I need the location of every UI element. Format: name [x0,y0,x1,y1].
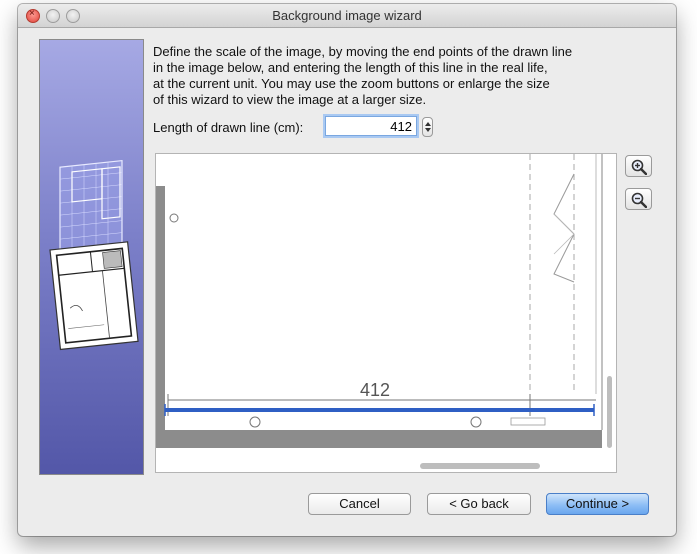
window-title: Background image wizard [272,8,422,23]
instruction-line: at the current unit. You may use the zoo… [153,76,550,91]
stepper-up-icon[interactable] [425,122,431,126]
zoom-in-icon [631,159,647,175]
wizard-window: × Background image wizard Define the sca… [18,4,676,536]
horizontal-scrollbar[interactable] [420,463,540,469]
title-bar: × Background image wizard [18,4,676,28]
zoom-in-button[interactable] [625,155,652,177]
cancel-button[interactable]: Cancel [308,493,411,515]
length-input[interactable] [325,116,417,136]
wizard-instructions: Define the scale of the image, by moving… [153,44,633,108]
instruction-line: Define the scale of the image, by moving… [153,44,573,59]
background-image-preview[interactable]: 412 [155,153,617,473]
length-label: Length of drawn line (cm): [153,120,304,135]
plan-wall-left [156,186,165,448]
length-stepper[interactable] [422,117,433,137]
stepper-down-icon[interactable] [425,128,431,132]
vertical-scrollbar[interactable] [607,376,612,448]
floor-plan-illustration-icon [49,159,139,351]
dimension-label: 412 [360,380,391,400]
plan-drawing [156,154,603,448]
zoom-out-button[interactable] [625,188,652,210]
instruction-line: in the image below, and entering the len… [153,60,548,75]
plan-wall-bottom [156,430,602,448]
wizard-side-illustration [39,39,144,475]
continue-button[interactable]: Continue > [546,493,649,515]
zoom-out-icon [631,192,647,208]
instruction-line: of this wizard to view the image at a la… [153,92,427,107]
go-back-button[interactable]: < Go back [427,493,531,515]
